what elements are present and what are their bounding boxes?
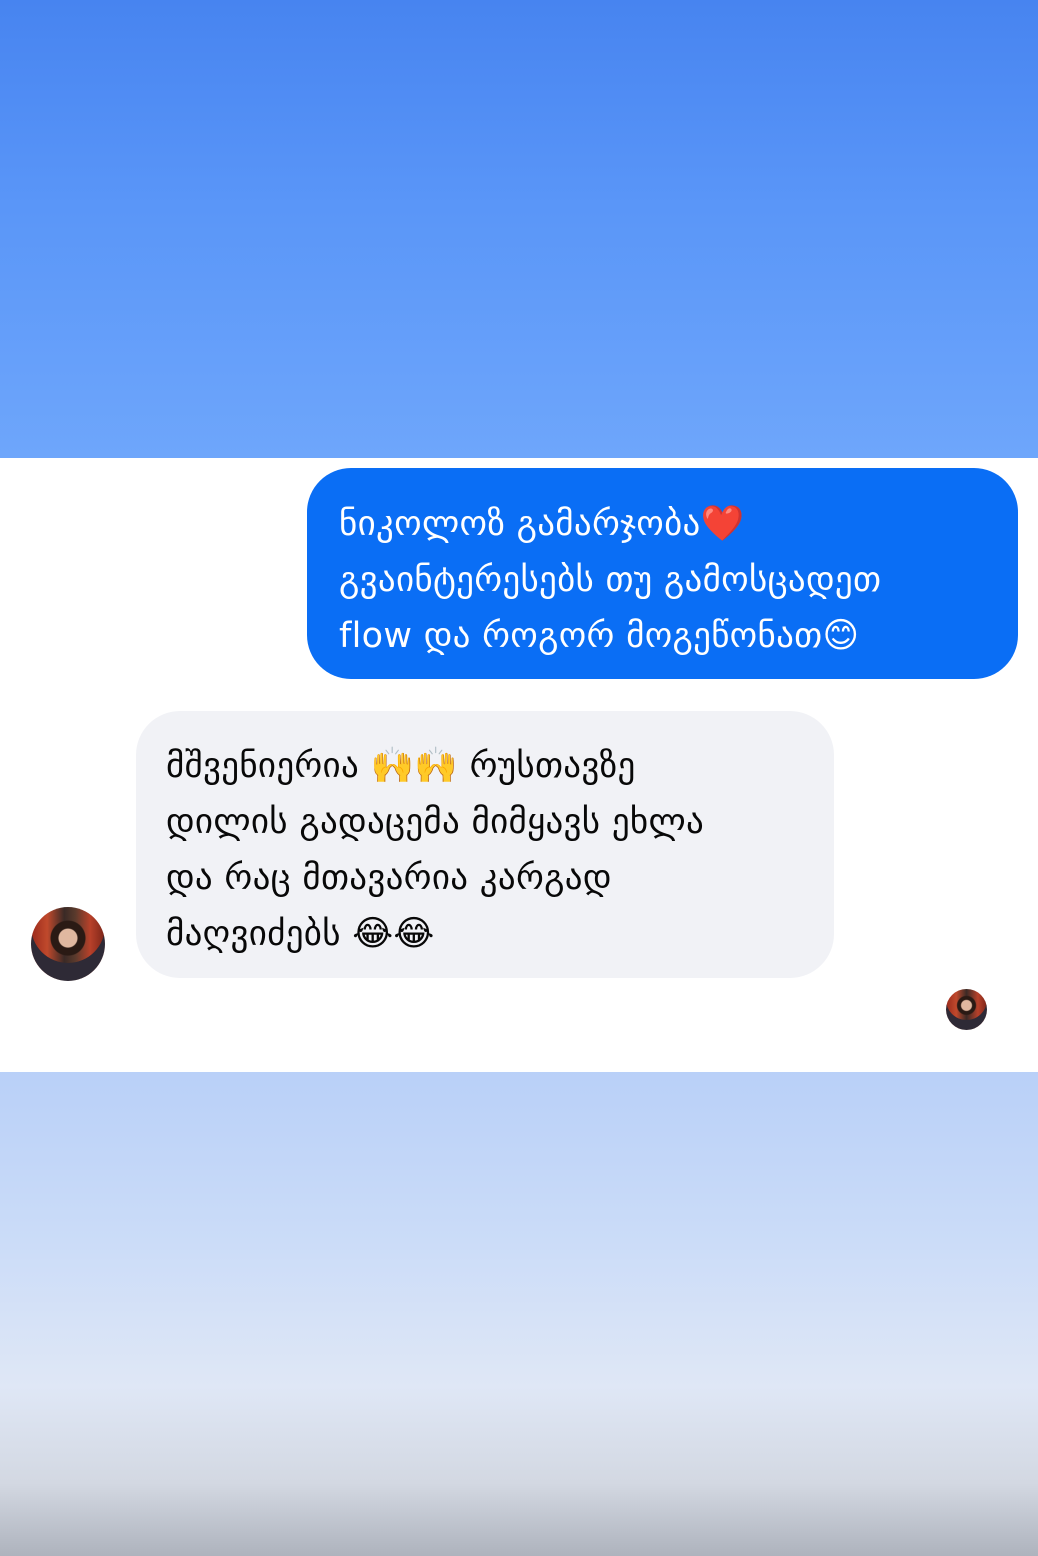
outgoing-message-line: flow და როგორ მოგეწონათ😊 bbox=[339, 616, 860, 656]
incoming-message-bubble: მშვენიერია 🙌🙌 რუსთავზე დილის გადაცემა მი… bbox=[136, 711, 834, 978]
incoming-message-line: და რაც მთავარია კარგად bbox=[166, 858, 612, 898]
outgoing-message-line: გვაინტერესებს თუ გამოსცადეთ bbox=[339, 560, 882, 600]
incoming-message-line: მაღვიძებს 😂😂 bbox=[166, 914, 435, 954]
story-background-top bbox=[0, 0, 1038, 458]
outgoing-message-bubble: ნიკოლოზ გამარჯობა❤️ გვაინტერესებს თუ გამ… bbox=[307, 468, 1018, 679]
story-background-bottom bbox=[0, 1072, 1038, 1556]
incoming-message-line: მშვენიერია 🙌🙌 რუსთავზე bbox=[166, 746, 636, 786]
outgoing-message-line: ნიკოლოზ გამარჯობა❤️ bbox=[339, 504, 745, 544]
sender-avatar[interactable] bbox=[31, 907, 105, 981]
incoming-message-line: დილის გადაცემა მიმყავს ეხლა bbox=[166, 802, 705, 842]
read-receipt-avatar bbox=[946, 989, 987, 1030]
